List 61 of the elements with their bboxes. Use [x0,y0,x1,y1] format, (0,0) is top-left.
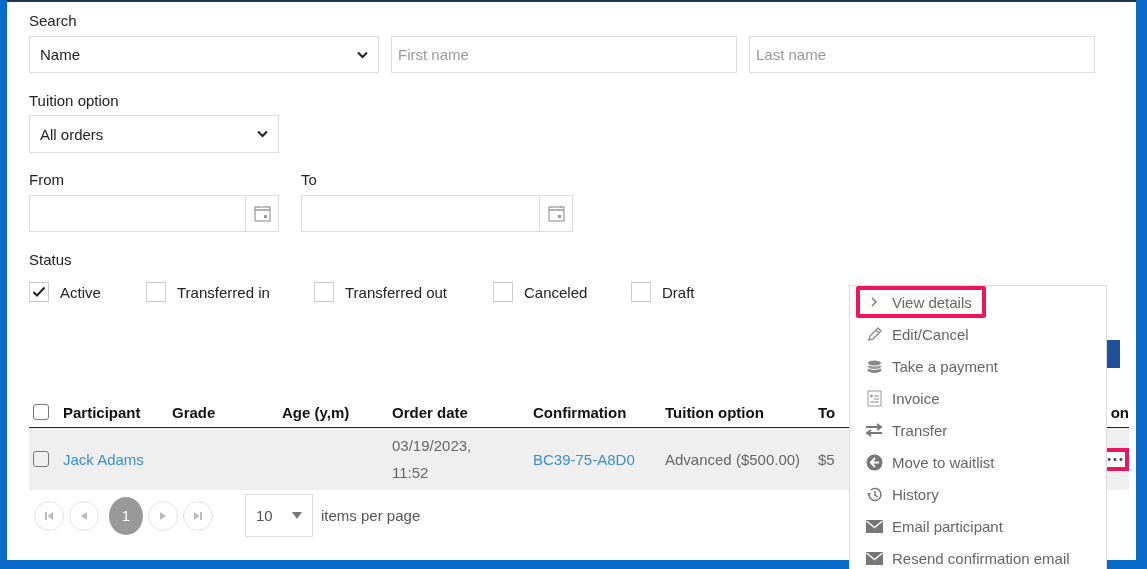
checkbox-label: Draft [662,283,695,301]
column-header: Tuition option [665,403,764,421]
checkbox[interactable] [33,404,49,420]
envelope-icon [865,519,883,533]
column-header: To [818,403,836,421]
checkbox[interactable] [29,282,49,302]
calendar-icon [253,205,271,222]
page-size-label: items per page [321,507,421,524]
pencil-icon [865,325,883,343]
date-field[interactable] [29,195,279,232]
column-header: Confirmation [533,403,627,421]
action-button[interactable] [1107,340,1120,368]
column-header: Grade [172,403,216,421]
previous-page-button[interactable] [69,500,99,531]
date-field[interactable] [301,195,573,232]
table-cell: Advanced ($500.00) [665,450,801,468]
column-header: Age (y,m) [282,403,350,421]
table-cell: $5 [818,450,835,468]
next-page-button[interactable] [148,500,178,531]
history-icon [865,485,883,503]
field-label: To [301,170,318,190]
checkbox-label: Canceled [524,283,588,301]
table-cell-text: 03/19/2023, 11:52 [392,436,473,483]
envelope-icon [865,551,883,565]
dropdown-triangle-icon [292,511,302,520]
checkbox-label: Transferred in [177,283,270,301]
first-page-button[interactable] [34,500,64,531]
first-page-icon [44,510,54,521]
first-name-field[interactable]: First name [391,36,737,73]
checkbox[interactable] [493,282,513,302]
checkbox[interactable] [631,282,651,302]
column-header: Order date [392,403,468,421]
checkbox[interactable] [33,451,49,467]
coins-icon [865,357,883,375]
checkbox[interactable] [314,282,334,302]
page-size-select[interactable]: 10 [245,494,313,537]
confirmation-link[interactable]: BC39-75-A8D0 [533,450,635,468]
checkbox[interactable] [146,282,166,302]
chevron-down-icon [357,50,368,59]
search-type-select[interactable]: Name [29,36,379,73]
field-label: Tuition option [29,91,120,111]
previous-page-icon [79,510,89,521]
checkbox-label: Transferred out [345,283,447,301]
menu-item[interactable]: View details [856,286,986,318]
chevron-down-icon [257,130,268,138]
back-arrow-circle-icon [865,453,883,471]
last-page-icon [193,510,203,521]
transfer-arrows-icon [865,423,883,437]
checkbox-label: Active [60,283,101,301]
field-label: Search [29,11,78,31]
invoice-icon [865,389,883,407]
next-page-icon [158,510,168,521]
last-page-button[interactable] [183,500,213,531]
last-name-field[interactable]: Last name [749,36,1095,73]
field-label: From [29,170,65,190]
tuition-option-select[interactable]: All orders [29,115,279,153]
participant-link[interactable]: Jack Adams [63,450,144,468]
column-header: on [1110,403,1129,421]
column-header: Participant [63,403,141,421]
calendar-icon [547,205,565,222]
field-label: Status [29,250,73,270]
